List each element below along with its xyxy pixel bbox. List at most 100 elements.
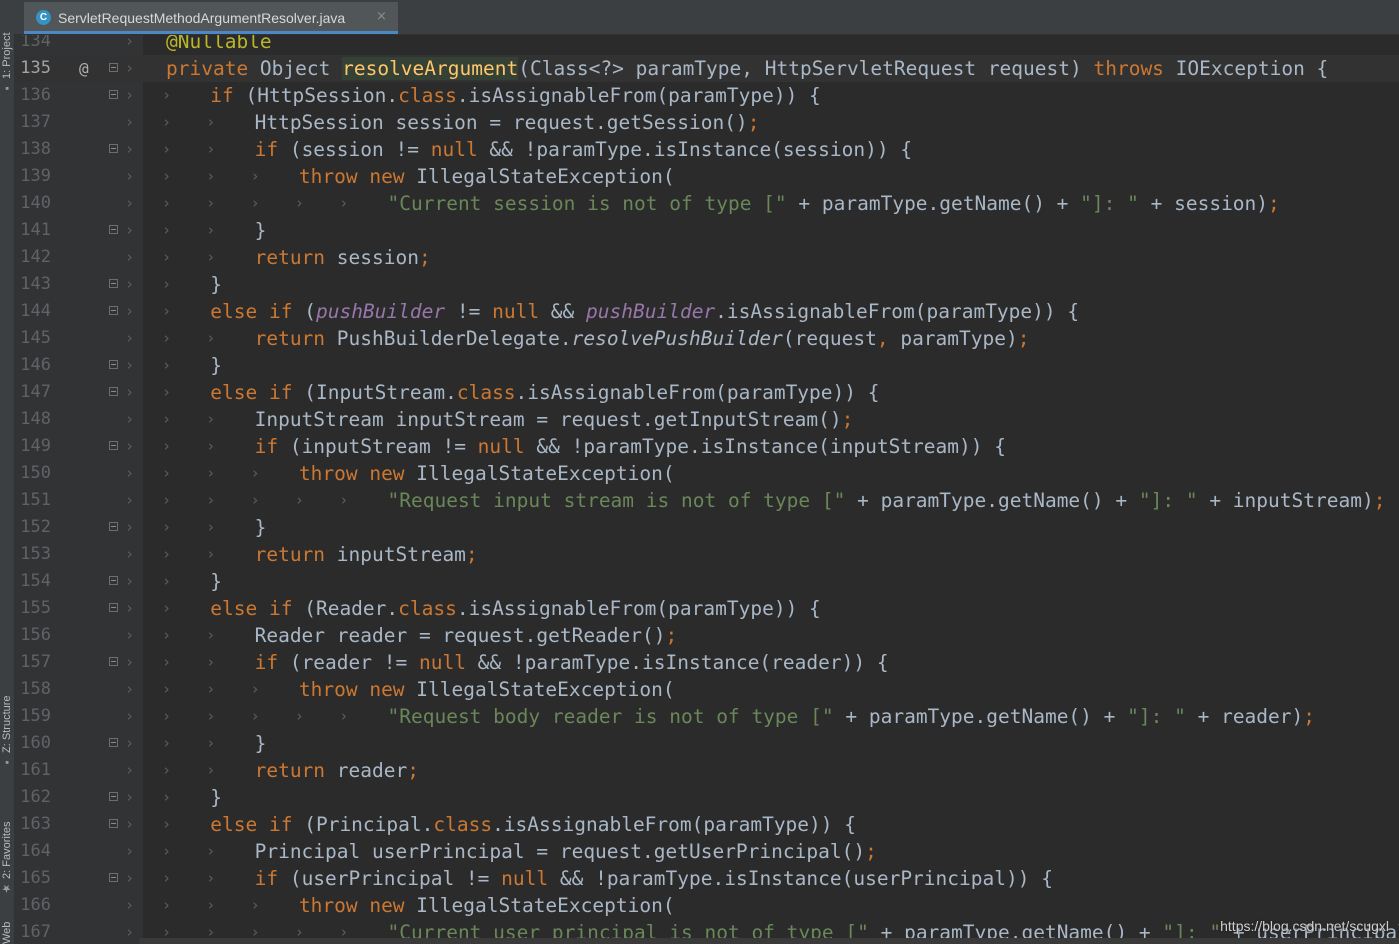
fold-toggle-icon[interactable] — [109, 576, 118, 585]
code-token: ; — [841, 408, 854, 431]
indent-guide-icon: › — [294, 707, 304, 725]
indent-guide-icon: › — [162, 248, 172, 266]
line-number: 161 — [20, 760, 51, 780]
indent-guide-icon: › — [162, 680, 172, 698]
code-line[interactable]: 166 › › › › throw new IllegalStateException( — [15, 892, 1399, 919]
code-line[interactable]: 143 › ›} — [15, 271, 1399, 298]
editor-tab[interactable]: C ServletRequestMethodArgumentResolver.j… — [24, 2, 398, 34]
override-marker-icon[interactable]: @ — [79, 55, 89, 82]
line-number: 143 — [20, 274, 51, 294]
code-token: else if — [210, 597, 305, 620]
fold-toggle-icon[interactable] — [109, 90, 118, 99]
code-line[interactable]: 149 › › › if (inputStream != null && !paramT… — [15, 433, 1399, 460]
fold-toggle-icon[interactable] — [109, 63, 118, 72]
code-line[interactable]: 146 › ›} — [15, 352, 1399, 379]
indent-guide-icon: › — [125, 113, 135, 131]
line-number: 163 — [20, 814, 51, 834]
code-token: throw new — [298, 165, 417, 188]
tool-window-web[interactable]: Web — [0, 912, 15, 944]
code-line[interactable]: 153 › › › return inputStream; — [15, 541, 1399, 568]
code-line[interactable]: 148 › › › InputStream inputStream = request.… — [15, 406, 1399, 433]
fold-toggle-icon[interactable] — [109, 387, 118, 396]
code-text: "Request body reader is not of type [" +… — [388, 703, 1316, 730]
tool-window-structure[interactable]: ▪ Z: Structure — [0, 668, 15, 768]
code-line[interactable]: 165 › › › if (userPrincipal != null && !para… — [15, 865, 1399, 892]
code-token: ; — [418, 246, 431, 269]
fold-toggle-icon[interactable] — [109, 873, 118, 882]
code-line[interactable]: 156 › › › Reader reader = request.getReader(… — [15, 622, 1399, 649]
code-text: if (session != null && !paramType.isInst… — [255, 136, 912, 163]
fold-toggle-icon[interactable] — [109, 306, 118, 315]
code-line[interactable]: 136 › › if (HttpSession.class.isAssignableF… — [15, 82, 1399, 109]
code-token: IllegalStateException( — [416, 678, 675, 701]
code-token: inputStream — [336, 543, 466, 566]
line-number: 162 — [20, 787, 51, 807]
line-number: 150 — [20, 463, 51, 483]
fold-toggle-icon[interactable] — [109, 522, 118, 531]
indent-guide-icon: › — [125, 707, 135, 725]
indent-guide-icon: › — [125, 140, 135, 158]
horizontal-scrollbar[interactable] — [139, 938, 1399, 944]
code-line[interactable]: 151 › › › › › › "Request input stream is not of… — [15, 487, 1399, 514]
line-number: 156 — [20, 625, 51, 645]
code-line[interactable]: 140 › › › › › › "Current session is not of type… — [15, 190, 1399, 217]
code-line[interactable]: 138 › › › if (session != null && !paramType.… — [15, 136, 1399, 163]
code-token: ; — [1268, 192, 1280, 215]
code-token: + session) — [1150, 192, 1269, 215]
indent-guide-icon: › — [162, 302, 172, 320]
code-line[interactable]: 155 › › else if (Reader.class.isAssignableF… — [15, 595, 1399, 622]
code-editor[interactable]: 134 › @Nullable 135 @ › private Object resolve… — [15, 0, 1399, 944]
code-line[interactable]: 159 › › › › › › "Request body reader is not of … — [15, 703, 1399, 730]
code-token: ; — [747, 111, 760, 134]
code-text: } — [210, 568, 222, 595]
code-token: class — [398, 84, 457, 107]
code-token: + paramType.getName() + — [845, 705, 1128, 728]
close-icon[interactable]: × — [376, 9, 387, 24]
line-number: 148 — [20, 409, 51, 429]
indent-guide-icon: › — [206, 194, 216, 212]
code-token: if — [254, 138, 290, 161]
code-line[interactable]: 161 › › › return reader; — [15, 757, 1399, 784]
code-line[interactable]: 152 › › ›} — [15, 514, 1399, 541]
fold-toggle-icon[interactable] — [109, 279, 118, 288]
ide-window: ▪ 1: Project ▪ Z: Structure ★ 2: Favorit… — [0, 0, 1399, 944]
fold-toggle-icon[interactable] — [109, 441, 118, 450]
tool-window-project[interactable]: ▪ 1: Project — [0, 2, 15, 94]
code-line[interactable]: 164 › › › Principal userPrincipal = request.… — [15, 838, 1399, 865]
code-token: resolvePushBuilder — [571, 327, 783, 350]
editor-tab-bar: C ServletRequestMethodArgumentResolver.j… — [14, 0, 1399, 35]
indent-guide-icon: › — [125, 221, 135, 239]
code-line[interactable]: 158 › › › › throw new IllegalStateException( — [15, 676, 1399, 703]
code-line[interactable]: 144 › › else if (pushBuilder != null && pus… — [15, 298, 1399, 325]
fold-toggle-icon[interactable] — [109, 360, 118, 369]
fold-toggle-icon[interactable] — [109, 225, 118, 234]
indent-guide-icon: › — [125, 302, 135, 320]
tool-window-favorites[interactable]: ★ 2: Favorites — [0, 795, 15, 895]
fold-toggle-icon[interactable] — [109, 792, 118, 801]
fold-toggle-icon[interactable] — [109, 144, 118, 153]
fold-toggle-icon[interactable] — [109, 738, 118, 747]
code-line[interactable]: 162 › ›} — [15, 784, 1399, 811]
code-text: } — [210, 271, 222, 298]
code-line[interactable]: 137 › › › HttpSession session = request.getS… — [15, 109, 1399, 136]
indent-guide-icon: › — [125, 626, 135, 644]
fold-toggle-icon[interactable] — [109, 819, 118, 828]
tool-window-strip: ▪ 1: Project ▪ Z: Structure ★ 2: Favorit… — [0, 0, 15, 944]
indent-guide-icon: › — [162, 869, 172, 887]
indent-guide-icon: › — [125, 896, 135, 914]
code-line[interactable]: 141 › › ›} — [15, 217, 1399, 244]
code-line[interactable]: 163 › › else if (Principal.class.isAssignab… — [15, 811, 1399, 838]
code-line[interactable]: 145 › › › return PushBuilderDelegate.resolve… — [15, 325, 1399, 352]
fold-toggle-icon[interactable] — [109, 657, 118, 666]
code-line[interactable]: 160 › › ›} — [15, 730, 1399, 757]
code-line[interactable]: 154 › ›} — [15, 568, 1399, 595]
code-line[interactable]: 150 › › › › throw new IllegalStateException( — [15, 460, 1399, 487]
code-line[interactable]: 157 › › › if (reader != null && !paramType.i… — [15, 649, 1399, 676]
indent-guide-icon: › — [125, 275, 135, 293]
code-line[interactable]: 147 › › else if (InputStream.class.isAssign… — [15, 379, 1399, 406]
code-line[interactable]: 142 › › › return session; — [15, 244, 1399, 271]
indent-guide-icon: › — [162, 410, 172, 428]
code-line[interactable]: 135 @ › private Object resolveArgument(Clas… — [15, 55, 1399, 82]
fold-toggle-icon[interactable] — [109, 603, 118, 612]
code-line[interactable]: 139 › › › › throw new IllegalStateException( — [15, 163, 1399, 190]
